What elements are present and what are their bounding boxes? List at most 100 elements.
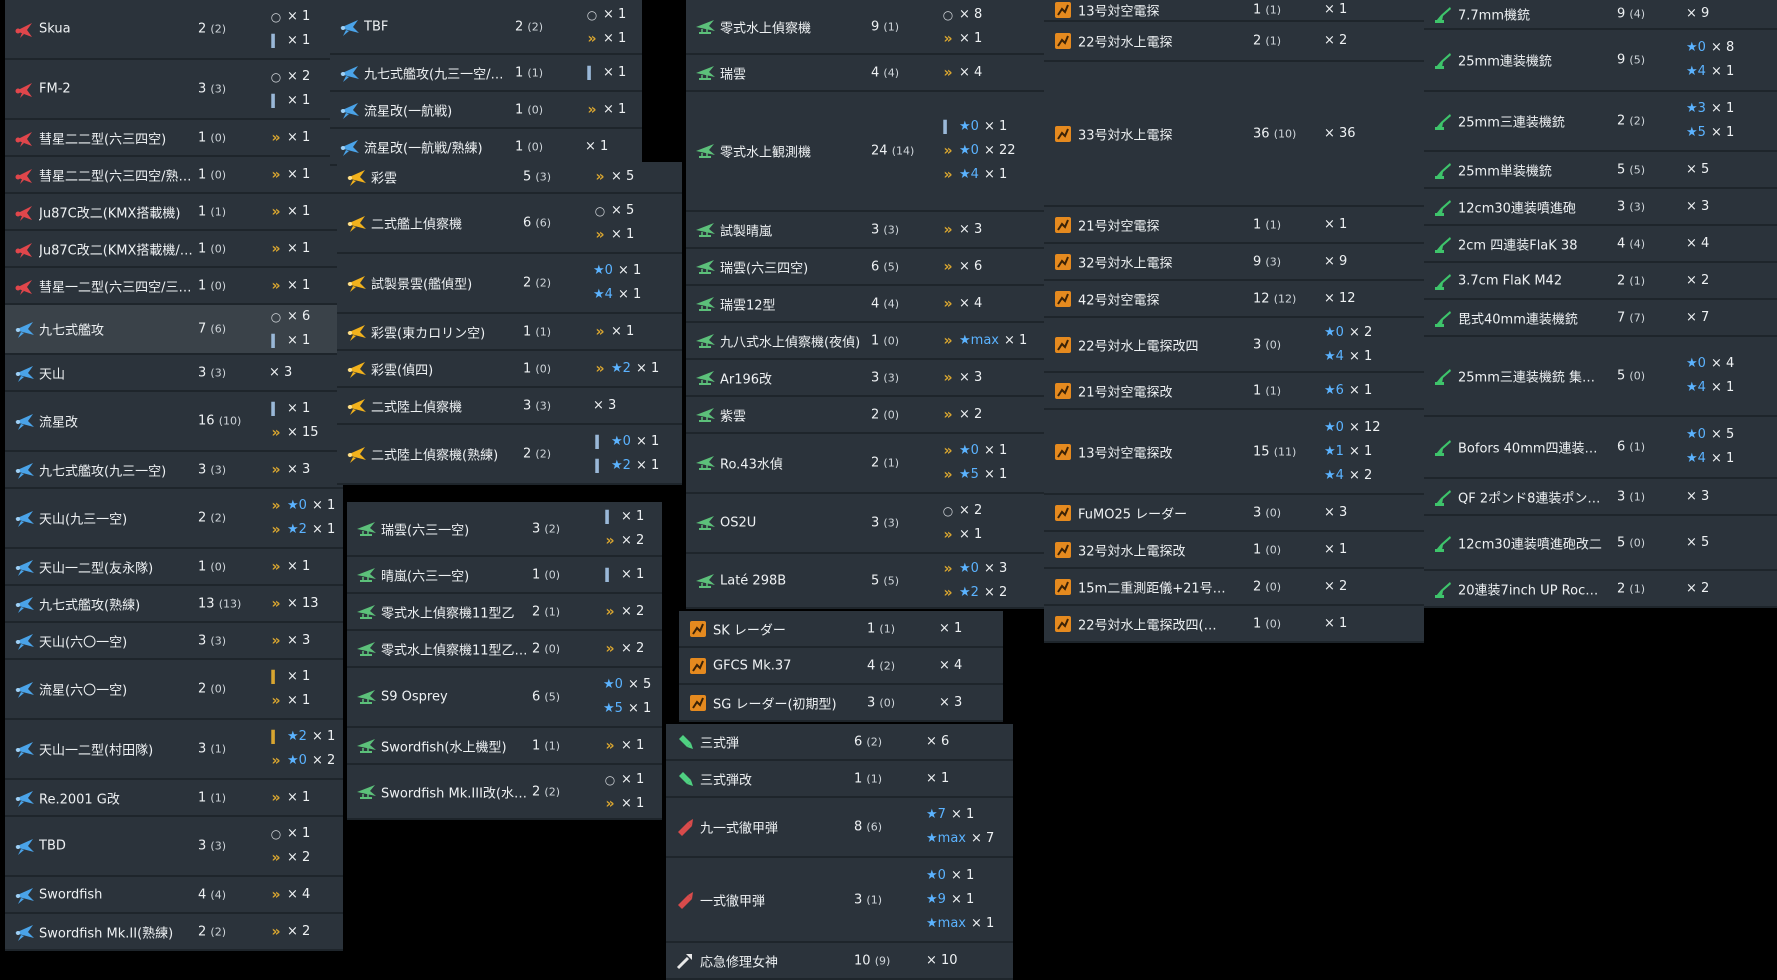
equipment-name: SG レーダー(初期型) — [713, 697, 837, 712]
equipment-row[interactable]: GFCS Mk.37 4 (2) × 4 — [679, 648, 1003, 685]
equipment-row[interactable]: 九八式水上偵察機(夜偵) 1 (0) » ★max × 1 — [686, 323, 1044, 360]
equipment-row[interactable]: Swordfish Mk.III改(水上機型)2 (2) ○ × 1 » × 1 — [347, 765, 662, 820]
equipment-row[interactable]: 二式陸上偵察機 3 (3) × 3 — [337, 388, 682, 425]
equipment-row[interactable]: 天山 3 (3) × 3 — [5, 355, 343, 392]
equipment-row[interactable]: 零式水上偵察機11型乙(熟練)2 (0) » × 2 — [347, 631, 662, 668]
equipment-row[interactable]: 12cm30連装噴進砲 3 (3) × 3 — [1424, 189, 1777, 226]
equipment-row[interactable]: Laté 298B 5 (5) » ★0 × 3 » ★2 × 2 — [686, 554, 1044, 609]
equipment-row[interactable]: 21号対空電探改 1 (1) ★6 × 1 — [1044, 373, 1424, 410]
equipment-row[interactable]: 彗星二二型(六三四空) 1 (0) » × 1 — [5, 120, 343, 157]
equipment-row[interactable]: 流星改 16 (10) ▍ × 1 » × 15 — [5, 392, 343, 452]
equipment-row[interactable]: 32号対水上電探 9 (3) × 9 — [1044, 244, 1424, 281]
equipment-name: 流星改(一航戦) — [364, 104, 453, 119]
equipment-row[interactable]: 彗星一二型(六三四空/三号爆弾搭載機) 1 (0) » × 1 — [5, 268, 343, 305]
equipment-row[interactable]: 15m二重測距儀+21号電探改二 2 (0) × 2 — [1044, 569, 1424, 606]
equipment-row[interactable]: Ar196改 3 (3) » × 3 — [686, 360, 1044, 397]
equipment-row[interactable]: 九一式徹甲弾 8 (6) ★7 × 1 ★max × 7 — [666, 798, 1013, 858]
equipment-row[interactable]: 零式水上観測機 24 (14) ▍ ★0 × 1 » ★0 × 22 » ★4 × 1 — [686, 92, 1044, 212]
equipment-row[interactable]: 試製晴嵐 3 (3) » × 3 — [686, 212, 1044, 249]
equipment-row[interactable]: Bofors 40mm四連装機関砲 6 (1) ★0 × 5 ★4 × 1 — [1424, 417, 1777, 479]
equipment-row[interactable]: 紫雲 2 (0) » × 2 — [686, 397, 1044, 434]
equipment-row[interactable]: 22号対水上電探改四 3 (0) ★0 × 2 ★4 × 1 — [1044, 318, 1424, 373]
equipment-row[interactable]: 2cm 四連装FlaK 38 4 (4) × 4 — [1424, 226, 1777, 263]
proficiency-line: » × 4 — [269, 883, 310, 907]
equipment-count: 9 (1) — [871, 19, 899, 34]
proficiency-bar-icon: ▍ — [943, 120, 953, 134]
equipment-row[interactable]: 22号対水上電探改四(後期調整型) 1 (0) × 1 — [1044, 606, 1424, 643]
equipment-row[interactable]: Swordfish(水上機型) 1 (1) » × 1 — [347, 728, 662, 765]
equipment-row[interactable]: Ju87C改二(KMX搭載機) 1 (1) » × 1 — [5, 194, 343, 231]
equipment-name: Ar196改 — [720, 372, 773, 387]
equipment-row[interactable]: QF 2ポンド8連装ポンポン砲 3 (1) × 3 — [1424, 479, 1777, 516]
equipment-row[interactable]: 二式艦上偵察機 6 (6) ○ × 5 » × 1 — [337, 194, 682, 254]
equipment-row[interactable]: 流星改(一航戦/熟練) 1 (0) × 1 — [330, 129, 642, 166]
equipment-row[interactable]: 瑞雲 4 (4) » × 4 — [686, 55, 1044, 92]
equipment-row[interactable]: 彩雲(偵四) 1 (0) » ★2 × 1 — [337, 351, 682, 388]
equipment-row[interactable]: 42号対空電探 12 (12) × 12 — [1044, 281, 1424, 318]
equipment-row[interactable]: 25mm三連装機銃 2 (2) ★3 × 1 ★5 × 1 — [1424, 92, 1777, 152]
equipment-row[interactable]: 零式水上偵察機11型乙 2 (1) » × 2 — [347, 594, 662, 631]
radar-icon — [1055, 615, 1071, 632]
equipment-row[interactable]: 12cm30連装噴進砲改二 5 (0) × 5 — [1424, 516, 1777, 571]
equipment-row[interactable]: 九七式艦攻 7 (6) ○ × 6 ▍ × 1 — [5, 305, 343, 355]
equipment-row[interactable]: 22号対水上電探 2 (1) × 2 — [1044, 22, 1424, 62]
equipment-row[interactable]: 九七式艦攻(熟練) 13 (13) » × 13 — [5, 586, 343, 623]
equipment-row[interactable]: 25mm連装機銃 9 (5) ★0 × 8 ★4 × 1 — [1424, 30, 1777, 92]
equipment-row[interactable]: Skua 2 (2) ○ × 1 ▍ × 1 — [5, 0, 343, 60]
equipment-row[interactable]: 瑞雲(六三四空) 6 (5) » × 6 — [686, 249, 1044, 286]
equipment-row[interactable]: OS2U 3 (3) ○ × 2 » × 1 — [686, 494, 1044, 554]
equipment-name: 天山一二型(村田隊) — [39, 743, 154, 759]
equipment-row[interactable]: 彗星二二型(六三四空/熟練) 1 (0) » × 1 — [5, 157, 343, 194]
equipment-row[interactable]: 流星(六〇一空) 2 (0) ▍ × 1 » × 1 — [5, 660, 343, 720]
equipment-count: 1 (0) — [515, 139, 543, 154]
equipment-row[interactable]: 天山一二型(村田隊) 3 (1) ▍ ★2 × 1 » ★0 × 2 — [5, 720, 343, 780]
quantity-label: × 3 — [287, 632, 311, 648]
equipment-row[interactable]: 試製景雲(艦偵型) 2 (2) ★0 × 1 ★4 × 1 — [337, 254, 682, 314]
equipment-row[interactable]: 25mm三連装機銃 集中配備 5 (0) ★0 × 4 ★4 × 1 — [1424, 337, 1777, 417]
equipment-row[interactable]: 天山(九三一空) 2 (2) » ★0 × 1 » ★2 × 1 — [5, 489, 343, 549]
equipment-row[interactable]: 13号対空電探改 15 (11) ★0 × 12 ★1 × 1 ★4 × 2 — [1044, 410, 1424, 495]
equipment-row[interactable]: Ju87C改二(KMX搭載機/熟練) 1 (0) » × 1 — [5, 231, 343, 268]
equipment-row[interactable]: 25mm単装機銃 5 (5) × 5 — [1424, 152, 1777, 189]
equipment-row[interactable]: 33号対水上電探 36 (10) × 36 — [1044, 62, 1424, 207]
equipment-row[interactable]: Ro.43水偵 2 (1) » ★0 × 1 » ★5 × 1 — [686, 434, 1044, 494]
equipment-row[interactable]: 32号対水上電探改 1 (0) × 1 — [1044, 532, 1424, 569]
equipment-row[interactable]: 天山一二型(友永隊) 1 (0) » × 1 — [5, 549, 343, 586]
equipment-row[interactable]: Swordfish Mk.II(熟練) 2 (2) » × 2 — [5, 914, 343, 951]
equipment-row[interactable]: 三式弾改 1 (1) × 1 — [666, 761, 1013, 798]
equipment-count: 1 (0) — [198, 278, 226, 293]
equipment-row[interactable]: 瑞雲12型 4 (4) » × 4 — [686, 286, 1044, 323]
equipment-row[interactable]: FM-2 3 (3) ○ × 2 ▍ × 1 — [5, 60, 343, 120]
equipment-row[interactable]: SG レーダー(初期型) 3 (0) × 3 — [679, 685, 1003, 722]
proficiency-chevron-icon: » — [943, 221, 953, 238]
bomber-plane-icon — [15, 322, 34, 338]
equipment-row[interactable]: TBF 2 (2) ○ × 1 » × 1 — [330, 0, 642, 55]
equipment-row[interactable]: 晴嵐(六三一空) 1 (0) ▍ × 1 — [347, 557, 662, 594]
equipment-row[interactable]: 瑞雲(六三一空) 3 (2) ▍ × 1 » × 2 — [347, 502, 662, 557]
equipment-row[interactable]: 彩雲(東カロリン空) 1 (1) » × 1 — [337, 314, 682, 351]
equipment-row[interactable]: 21号対空電探 1 (1) × 1 — [1044, 207, 1424, 244]
equipment-row[interactable]: Swordfish 4 (4) » × 4 — [5, 877, 343, 914]
equipment-total: 2 — [198, 681, 211, 697]
equipment-row[interactable]: 一式徹甲弾 3 (1) ★0 × 1 ★9 × 1 ★max × 1 — [666, 858, 1013, 943]
equipment-row[interactable]: 零式水上偵察機 9 (1) ○ × 8 » × 1 — [686, 0, 1044, 55]
equipment-row[interactable]: Re.2001 G改 1 (1) » × 1 — [5, 780, 343, 817]
equipment-total: 2 — [1617, 581, 1630, 596]
equipment-row[interactable]: 九七式艦攻(九三一空) 3 (3) » × 3 — [5, 452, 343, 489]
equipment-row[interactable]: 天山(六〇一空) 3 (3) » × 3 — [5, 623, 343, 660]
equipment-row[interactable]: 7.7mm機銃 9 (4) × 9 — [1424, 0, 1777, 30]
equipment-row[interactable]: 彩雲 5 (3) » × 5 — [337, 162, 682, 194]
equipment-row[interactable]: 応急修理女神 10 (9) × 10 — [666, 943, 1013, 980]
equipment-row[interactable]: 九七式艦攻(九三一空/熟練) 1 (1) ▍ × 1 — [330, 55, 642, 92]
equipment-row[interactable]: 流星改(一航戦) 1 (0) » × 1 — [330, 92, 642, 129]
equipment-row[interactable]: 20連装7inch UP Rocket Launchers 2 (1) × 2 — [1424, 571, 1777, 608]
equipment-row[interactable]: S9 Osprey 6 (5) ★0 × 5 ★5 × 1 — [347, 668, 662, 728]
equipment-row[interactable]: 二式陸上偵察機(熟練) 2 (2) ▍ ★0 × 1 ▍ ★2 × 1 — [337, 425, 682, 485]
equipment-row[interactable]: 13号対空電探 1 (1) × 1 — [1044, 0, 1424, 22]
equipment-row[interactable]: 三式弾 6 (2) × 6 — [666, 724, 1013, 761]
equipment-row[interactable]: TBD 3 (3) ○ × 1 » × 2 — [5, 817, 343, 877]
equipment-row[interactable]: 3.7cm FlaK M42 2 (1) × 2 — [1424, 263, 1777, 300]
equipment-row[interactable]: SK レーダー 1 (1) × 1 — [679, 611, 1003, 648]
equipment-row[interactable]: FuMO25 レーダー 3 (0) × 3 — [1044, 495, 1424, 532]
equipment-row[interactable]: 毘式40mm連装機銃 7 (7) × 7 — [1424, 300, 1777, 337]
